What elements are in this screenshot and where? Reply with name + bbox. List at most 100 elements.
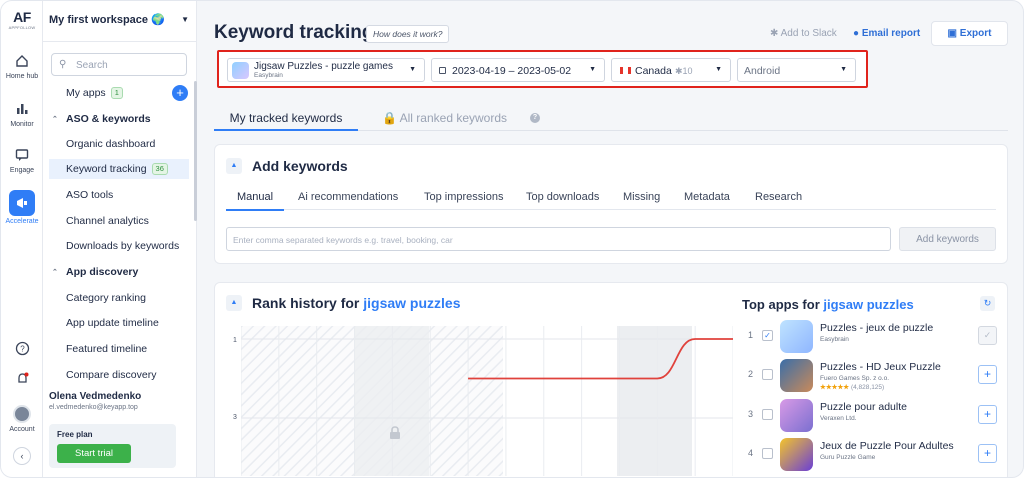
app-icon: [232, 62, 249, 79]
sidebar-item-my-apps[interactable]: My apps 1: [49, 83, 189, 103]
search-input[interactable]: ⚲ Search: [51, 53, 187, 76]
app-developer: Guru Puzzle Game: [820, 454, 876, 461]
divider: [43, 41, 197, 42]
rank-history-card: ▲ Rank history for jigsaw puzzles 1 3 To…: [214, 282, 1008, 477]
top-apps-keyword: jigsaw puzzles: [823, 297, 914, 312]
rail-item-monitor[interactable]: Monitor: [1, 99, 43, 128]
country-select[interactable]: Canada ✱10 ▼: [611, 58, 731, 82]
caret-down-icon: ▼: [409, 66, 416, 73]
app-icon: [780, 320, 813, 353]
rail-item-engage[interactable]: Engage: [1, 145, 43, 174]
search-icon: ⚲: [59, 59, 67, 70]
subtab-missing[interactable]: Missing: [623, 185, 660, 209]
user-name: Olena Vedmedenko: [49, 391, 142, 402]
rail-item-home-hub[interactable]: Home hub: [1, 51, 43, 80]
list-item[interactable]: 1 ✓ Puzzles - jeux de puzzle Easybrain ✓: [748, 318, 1006, 356]
subtab-metadata[interactable]: Metadata: [684, 185, 730, 209]
sidebar-item-label: Compare discovery: [66, 369, 157, 381]
app-select[interactable]: Jigsaw Puzzles - puzzle games Easybrain …: [227, 58, 425, 82]
row-checkbox[interactable]: [762, 448, 773, 459]
notifications-button[interactable]: [1, 368, 43, 388]
workspace-selector[interactable]: My first workspace 🌍 ▼: [49, 13, 189, 26]
date-range-select[interactable]: 2023-04-19 – 2023-05-02 ▼: [431, 58, 605, 82]
sidebar-item-category-ranking[interactable]: Category ranking: [49, 288, 189, 308]
add-keywords-subtabs: Manual Ai recommendations Top impression…: [226, 185, 996, 211]
logo-mark: AF: [13, 9, 31, 25]
platform-select[interactable]: Android ▼: [737, 58, 856, 82]
y-tick-label: 3: [233, 414, 237, 421]
sidebar-item-featured-timeline[interactable]: Featured timeline: [49, 339, 189, 359]
add-to-slack-button[interactable]: ✱ Add to Slack: [770, 28, 837, 39]
rating-stars: ★★★★★ (4,828,125): [820, 383, 884, 391]
collapse-sidebar-button[interactable]: ‹: [1, 447, 43, 465]
email-report-label: Email report: [861, 28, 921, 39]
rank-history-keyword: jigsaw puzzles: [363, 295, 461, 311]
list-item[interactable]: 2 Puzzles - HD Jeux Puzzle Fuero Games S…: [748, 357, 1006, 395]
email-report-button[interactable]: ● Email report: [853, 28, 920, 39]
row-checkbox[interactable]: [762, 409, 773, 420]
collapse-button[interactable]: ▲: [226, 158, 242, 174]
icon-rail: AF APPFOLLOW Home hub Monitor Engage Acc…: [1, 1, 43, 477]
refresh-button[interactable]: ↻: [980, 296, 995, 311]
sidebar-item-keyword-tracking[interactable]: Keyword tracking 36: [49, 159, 189, 179]
tracked-check-button[interactable]: ✓: [978, 326, 997, 345]
tab-all-ranked-keywords[interactable]: 🔒 All ranked keywords: [382, 105, 507, 131]
rail-item-account[interactable]: Account: [1, 404, 43, 433]
add-app-button[interactable]: +: [978, 405, 997, 424]
export-icon: ▣: [947, 28, 957, 39]
chevron-up-icon: ⌃: [52, 116, 58, 123]
sidebar-item-channel-analytics[interactable]: Channel analytics: [49, 211, 189, 231]
sidebar-item-downloads-by-keywords[interactable]: Downloads by keywords: [49, 236, 189, 256]
sidebar-item-aso-tools[interactable]: ASO tools: [49, 185, 189, 205]
rail-label: Accelerate: [5, 218, 39, 225]
list-item[interactable]: 4 Jeux de Puzzle Pour Adultes Guru Puzzl…: [748, 436, 1006, 474]
subtab-ai-recommendations[interactable]: Ai recommendations: [298, 185, 398, 209]
logo-sub: APPFOLLOW: [8, 25, 36, 30]
rail-label: Home hub: [5, 73, 39, 80]
sidebar-group-aso[interactable]: ⌃ ASO & keywords: [49, 109, 189, 129]
rank-chart-svg: [240, 326, 734, 476]
add-keywords-button[interactable]: Add keywords: [899, 227, 996, 251]
app-name: Puzzle pour adulte: [820, 401, 907, 413]
sidebar-item-app-update-timeline[interactable]: App update timeline: [49, 313, 189, 333]
subtab-top-impressions[interactable]: Top impressions: [424, 185, 503, 209]
add-keywords-card: ▲ Add keywords Manual Ai recommendations…: [214, 144, 1008, 264]
how-it-works-link[interactable]: How does it work?: [366, 25, 450, 43]
platform-value: Android: [744, 65, 781, 77]
caret-down-icon: ▼: [840, 66, 847, 73]
sidebar-item-organic-dashboard[interactable]: Organic dashboard: [49, 134, 189, 154]
row-checkbox[interactable]: [762, 369, 773, 380]
user-info[interactable]: Olena Vedmedenko el.vedmedenko@keyapp.to…: [49, 391, 191, 411]
sidebar-group-app-discovery[interactable]: ⌃ App discovery: [49, 262, 189, 282]
help-button[interactable]: ?: [1, 338, 43, 358]
add-to-slack-label: Add to Slack: [780, 28, 837, 39]
info-icon[interactable]: ?: [530, 113, 540, 123]
export-button[interactable]: ▣ Export: [931, 21, 1008, 46]
keywords-input[interactable]: Enter comma separated keywords e.g. trav…: [226, 227, 891, 251]
sidebar-item-compare-discovery[interactable]: Compare discovery: [49, 365, 189, 385]
sidebar-item-label: My apps: [66, 87, 106, 99]
rank-history-title-prefix: Rank history for: [252, 295, 360, 311]
add-app-button[interactable]: +: [172, 85, 188, 101]
app-icon: [780, 438, 813, 471]
rank-history-chart[interactable]: [240, 326, 734, 476]
sidebar: My first workspace 🌍 ▼ ⚲ Search My apps …: [43, 1, 197, 477]
app-icon: [780, 359, 813, 392]
appfollow-logo[interactable]: AF APPFOLLOW: [6, 9, 38, 30]
rail-item-accelerate[interactable]: Accelerate: [1, 190, 43, 225]
add-app-button[interactable]: +: [978, 444, 997, 463]
subtab-top-downloads[interactable]: Top downloads: [526, 185, 599, 209]
row-checkbox[interactable]: ✓: [762, 330, 773, 341]
subtab-manual[interactable]: Manual: [226, 185, 284, 211]
group-label: ASO & keywords: [66, 113, 151, 125]
app-developer: Easybrain: [254, 72, 283, 79]
start-trial-button[interactable]: Start trial: [57, 444, 131, 463]
reviews-count: (4,828,125): [850, 384, 885, 391]
workspace-name: My first workspace 🌍: [49, 14, 165, 26]
subtab-research[interactable]: Research: [755, 185, 802, 209]
add-app-button[interactable]: +: [978, 365, 997, 384]
export-label: Export: [959, 28, 992, 39]
tab-my-tracked-keywords[interactable]: My tracked keywords: [214, 105, 358, 131]
collapse-button[interactable]: ▲: [226, 295, 242, 311]
list-item[interactable]: 3 Puzzle pour adulte Veraxen Ltd. +: [748, 397, 1006, 435]
